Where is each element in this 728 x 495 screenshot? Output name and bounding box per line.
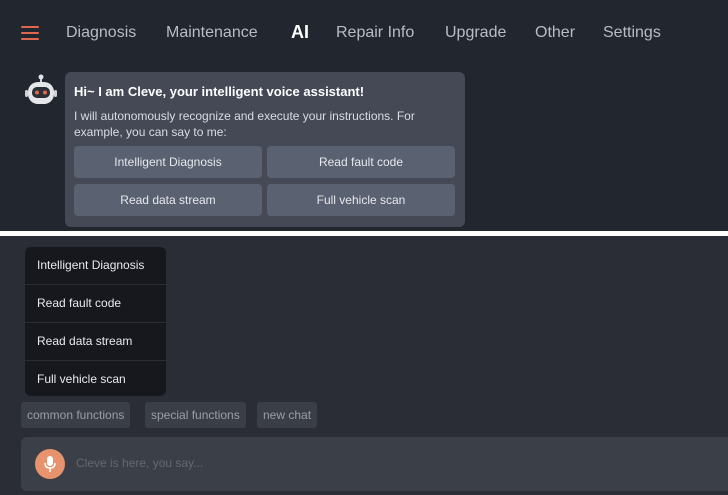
- chip-common-functions[interactable]: common functions: [21, 402, 131, 428]
- command-menu: Intelligent Diagnosis Read fault code Re…: [25, 247, 166, 396]
- chip-new-chat[interactable]: new chat: [257, 402, 318, 428]
- nav-tab-ai[interactable]: AI: [291, 22, 309, 43]
- nav-tab-maintenance[interactable]: Maintenance: [166, 24, 258, 42]
- command-item-read-data-stream[interactable]: Read data stream: [25, 323, 166, 361]
- chat-input-bar[interactable]: Cleve is here, you say...: [21, 437, 728, 491]
- nav-tab-settings[interactable]: Settings: [603, 24, 661, 42]
- chip-special-functions[interactable]: special functions: [145, 402, 246, 428]
- nav-tab-upgrade[interactable]: Upgrade: [445, 24, 506, 42]
- quick-action-full-vehicle-scan[interactable]: Full vehicle scan: [267, 184, 455, 216]
- nav-tab-other[interactable]: Other: [535, 24, 575, 42]
- robot-icon: [24, 74, 58, 108]
- quick-action-intelligent-diagnosis[interactable]: Intelligent Diagnosis: [74, 146, 262, 178]
- assistant-greeting-bubble: Hi~ I am Cleve, your intelligent voice a…: [65, 72, 465, 227]
- nav-tab-diagnosis[interactable]: Diagnosis: [66, 24, 136, 42]
- command-item-read-fault-code[interactable]: Read fault code: [25, 285, 166, 323]
- assistant-intro-panel: Diagnosis Maintenance AI Repair Info Upg…: [0, 0, 728, 231]
- chat-input-placeholder: Cleve is here, you say...: [76, 456, 204, 470]
- quick-action-read-fault-code[interactable]: Read fault code: [267, 146, 455, 178]
- greeting-intro: I will autonomously recognize and execut…: [74, 109, 415, 139]
- hamburger-menu-icon[interactable]: [21, 26, 41, 42]
- command-item-full-vehicle-scan[interactable]: Full vehicle scan: [25, 361, 166, 396]
- quick-action-read-data-stream[interactable]: Read data stream: [74, 184, 262, 216]
- command-item-intelligent-diagnosis[interactable]: Intelligent Diagnosis: [25, 247, 166, 285]
- greeting-title: Hi~ I am Cleve, your intelligent voice a…: [74, 84, 365, 99]
- microphone-icon[interactable]: [35, 449, 65, 479]
- nav-tab-repair-info[interactable]: Repair Info: [336, 24, 414, 42]
